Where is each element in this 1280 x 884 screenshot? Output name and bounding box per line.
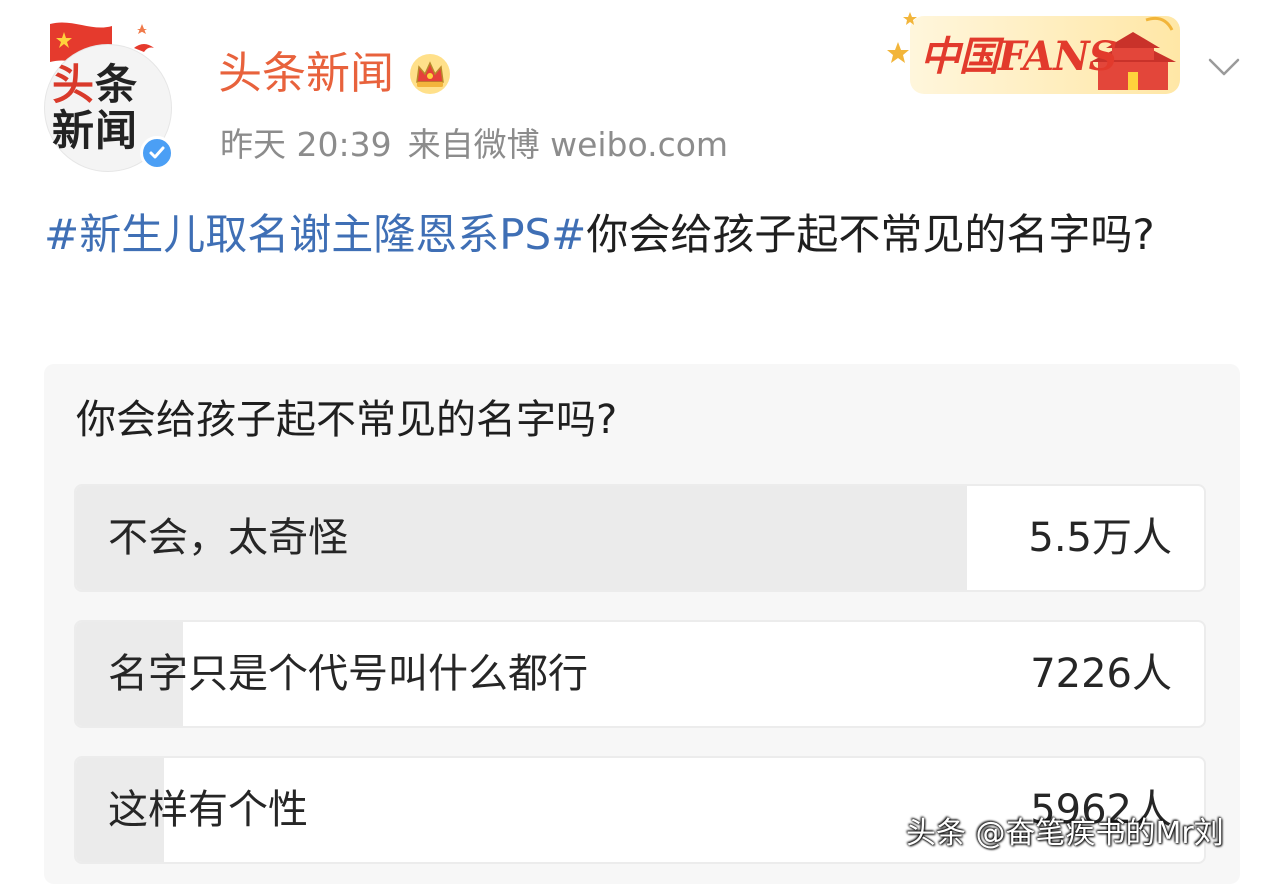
post-body: 你会给孩子起不常见的名字吗?	[586, 210, 1155, 259]
poll-option[interactable]: 不会，太奇怪 5.5万人	[74, 484, 1206, 592]
username-row: 头条新闻	[218, 44, 452, 104]
chevron-down-icon[interactable]	[1206, 54, 1242, 80]
post-text: #新生儿取名谢主隆恩系PS#你会给孩子起不常见的名字吗?	[44, 202, 1244, 268]
avatar-char-tou: 头	[52, 60, 96, 109]
post-source: 来自微博 weibo.com	[407, 125, 729, 164]
poll-option-count: 5.5万人	[1028, 515, 1172, 561]
post-time[interactable]: 昨天 20:39	[220, 125, 392, 164]
watermark: 头条 @奋笔疾书的Mr刘	[906, 816, 1224, 851]
verified-icon	[140, 136, 174, 170]
post-meta: 昨天 20:39 来自微博 weibo.com	[220, 122, 744, 168]
username[interactable]: 头条新闻	[218, 44, 394, 104]
poll-question: 你会给孩子起不常见的名字吗?	[76, 397, 618, 443]
poll-option[interactable]: 名字只是个代号叫什么都行 7226人	[74, 620, 1206, 728]
post-hashtag[interactable]: #新生儿取名谢主隆恩系PS#	[44, 210, 586, 259]
poll-card: 你会给孩子起不常见的名字吗? 不会，太奇怪 5.5万人 名字只是个代号叫什么都行…	[44, 364, 1240, 884]
poll-option-label: 名字只是个代号叫什么都行	[108, 651, 588, 697]
crown-icon[interactable]	[408, 52, 452, 96]
avatar[interactable]: 头条 新闻	[42, 18, 178, 172]
poll-option-label: 这样有个性	[108, 787, 308, 833]
poll-option-count: 7226人	[1030, 651, 1172, 697]
avatar-char-tiao: 条	[95, 60, 139, 109]
china-fans-badge[interactable]: 中国FANS	[884, 8, 1196, 100]
fans-badge-text: 中国FANS	[920, 33, 1118, 80]
poll-option-label: 不会，太奇怪	[108, 515, 348, 561]
